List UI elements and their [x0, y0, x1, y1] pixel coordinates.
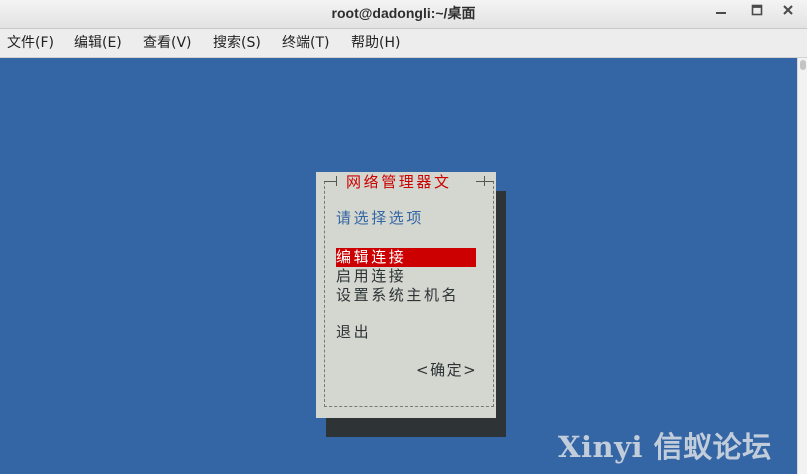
maximize-icon[interactable]	[750, 3, 764, 17]
nmtui-dialog: 网络管理器文 请选择选项 编辑连接 启用连接 设置系统主机名 退出 <确定>	[316, 172, 496, 418]
dialog-prompt: 请选择选项	[336, 209, 425, 227]
window-title: root@dadongli:~/桌面	[331, 5, 476, 21]
ok-button[interactable]: <确定>	[416, 361, 477, 380]
menu-view[interactable]: 查看(V)	[143, 29, 192, 57]
option-edit-connection[interactable]: 编辑连接	[336, 248, 476, 267]
scrollbar-thumb[interactable]	[800, 60, 806, 70]
option-set-hostname[interactable]: 设置系统主机名	[336, 286, 459, 305]
dialog-frame-top-left	[324, 181, 336, 182]
option-activate-connection[interactable]: 启用连接	[336, 267, 406, 286]
dialog-frame-tick-left	[336, 176, 337, 186]
menu-bar: 文件(F) 编辑(E) 查看(V) 搜索(S) 终端(T) 帮助(H)	[0, 29, 807, 58]
option-quit[interactable]: 退出	[336, 323, 371, 342]
dialog-title: 网络管理器文	[340, 172, 476, 192]
menu-terminal[interactable]: 终端(T)	[282, 29, 329, 57]
forum-watermark: Xinyi 信蚁论坛	[558, 430, 772, 464]
minimize-icon[interactable]	[714, 3, 728, 17]
menu-help[interactable]: 帮助(H)	[351, 29, 400, 57]
menu-search[interactable]: 搜索(S)	[213, 29, 261, 57]
window-titlebar[interactable]: root@dadongli:~/桌面	[0, 0, 807, 29]
dialog-frame-tick-right	[484, 176, 485, 186]
menu-file[interactable]: 文件(F)	[7, 29, 54, 57]
menu-edit[interactable]: 编辑(E)	[74, 29, 122, 57]
terminal-scrollbar[interactable]	[797, 58, 807, 474]
close-icon[interactable]	[781, 3, 795, 17]
